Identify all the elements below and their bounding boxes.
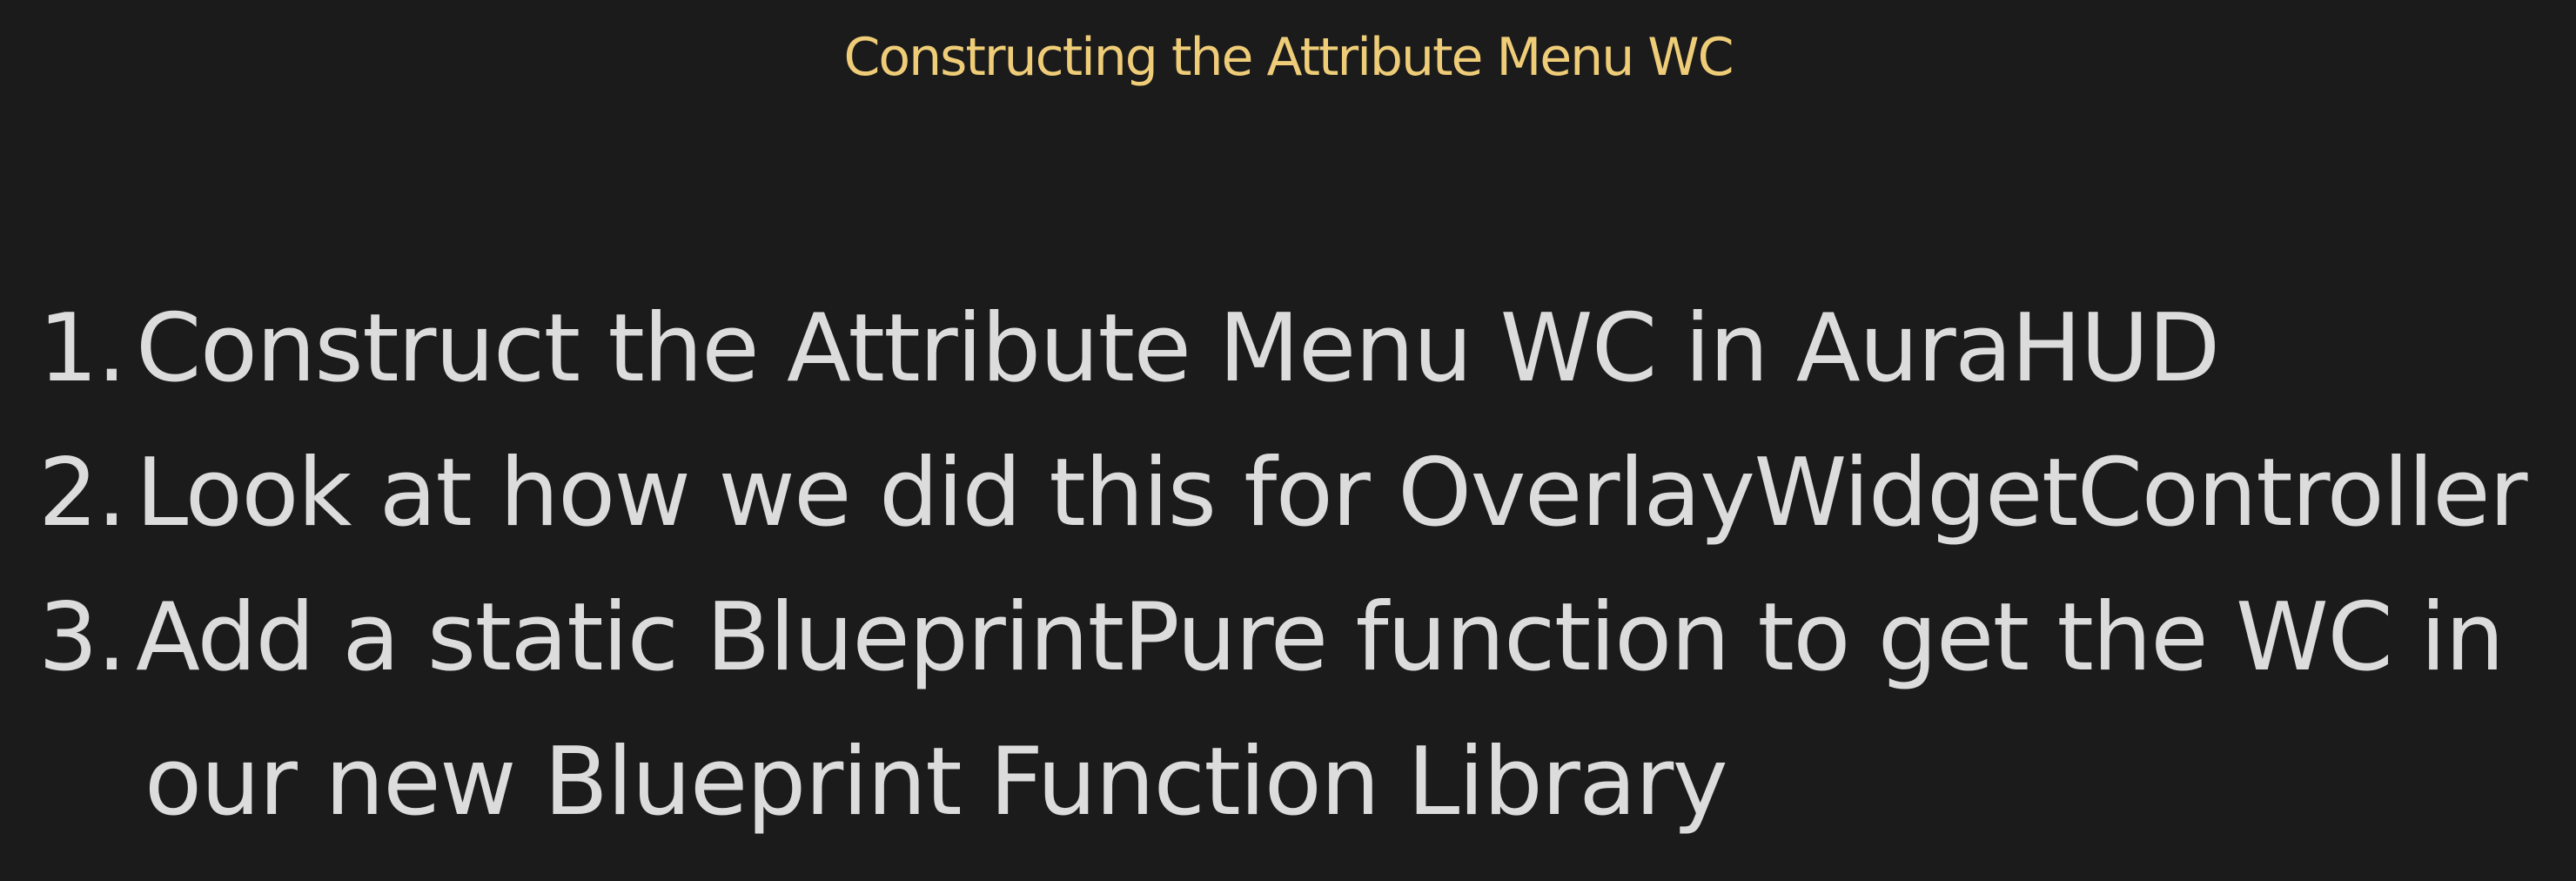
list-item-3: 3. Add a static BlueprintPure function to… <box>38 566 2526 855</box>
list-item-text: Look at how we did this for OverlayWidge… <box>136 439 2528 548</box>
list-item-3-line-1: 3. Add a static BlueprintPure function to… <box>38 566 2526 710</box>
list-item-3-line-2: our new Blueprint Function Library <box>144 728 1728 837</box>
list-item-number: 1. <box>38 294 127 403</box>
list-item-1-line: 1. Construct the Attribute Menu WC in Aur… <box>38 277 2526 421</box>
list-item-1: 1. Construct the Attribute Menu WC in Aur… <box>38 277 2526 421</box>
slide-title: Constructing the Attribute Menu WC <box>843 27 1734 88</box>
slide: Constructing the Attribute Menu WC 1. Con… <box>0 0 2576 881</box>
list-item-2: 2. Look at how we did this for OverlayWid… <box>38 421 2528 566</box>
list-item-text: Add a static BlueprintPure function to g… <box>136 583 2505 692</box>
steps-list: 1. Construct the Attribute Menu WC in Aur… <box>38 277 2528 855</box>
list-item-number: 3. <box>38 583 127 692</box>
list-item-text: Construct the Attribute Menu WC in AuraH… <box>136 294 2220 403</box>
list-item-number: 2. <box>38 439 127 548</box>
list-item-2-line: 2. Look at how we did this for OverlayWid… <box>38 421 2528 566</box>
